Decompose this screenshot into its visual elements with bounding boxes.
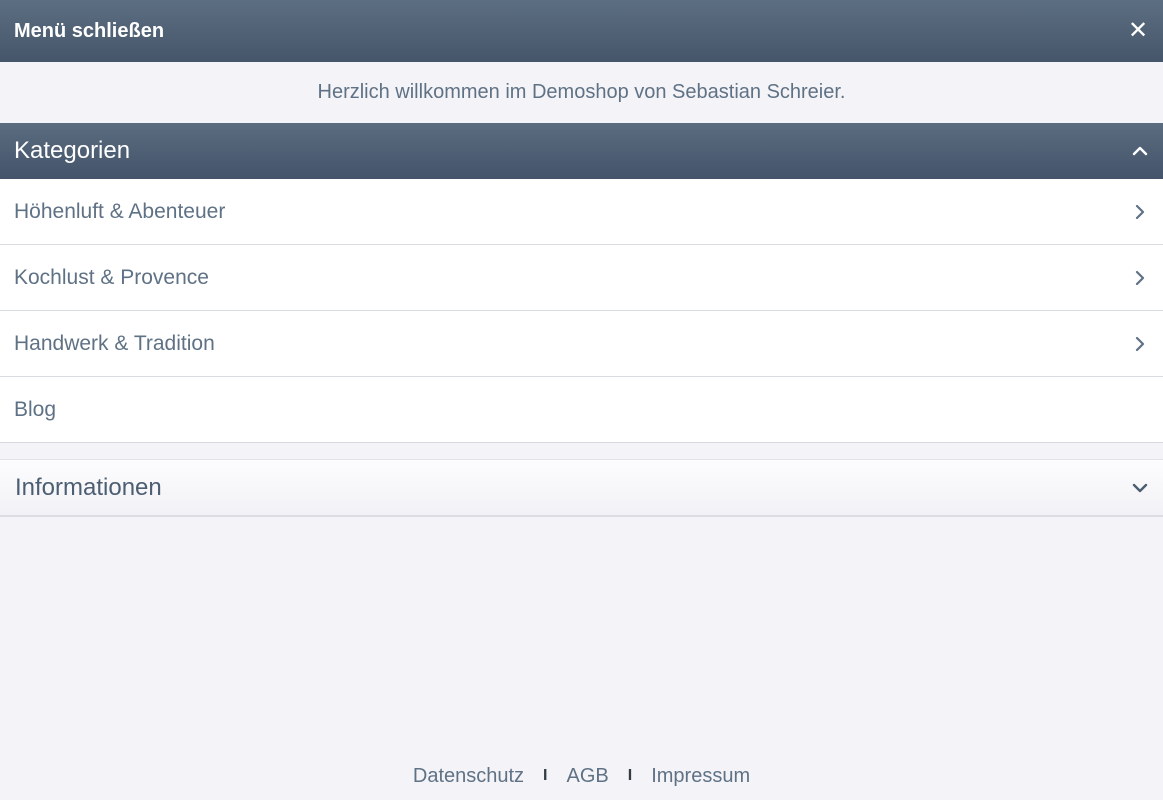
chevron-right-icon xyxy=(1131,335,1149,353)
footer-link-agb[interactable]: AGB xyxy=(567,765,609,788)
offcanvas-menu: Menü schließen ✕ Herzlich willkommen im … xyxy=(0,0,1163,800)
category-label: Höhenluft & Abenteuer xyxy=(14,199,226,223)
close-menu-label: Menü schließen xyxy=(14,19,165,42)
category-item-hoehenluft[interactable]: Höhenluft & Abenteuer xyxy=(0,179,1163,245)
footer-link-impressum[interactable]: Impressum xyxy=(651,765,750,788)
categories-header[interactable]: Kategorien xyxy=(0,123,1163,179)
footer-links: Datenschutz I AGB I Impressum xyxy=(0,756,1163,796)
close-icon[interactable]: ✕ xyxy=(1127,19,1149,43)
footer-separator: I xyxy=(627,767,633,784)
close-menu-bar[interactable]: Menü schließen ✕ xyxy=(0,0,1163,62)
category-item-kochlust[interactable]: Kochlust & Provence xyxy=(0,245,1163,311)
categories-title: Kategorien xyxy=(14,137,131,164)
category-item-handwerk[interactable]: Handwerk & Tradition xyxy=(0,311,1163,377)
category-list: Höhenluft & Abenteuer Kochlust & Provenc… xyxy=(0,179,1163,443)
informationen-title: Informationen xyxy=(15,473,162,501)
section-gap xyxy=(0,443,1163,459)
chevron-right-icon xyxy=(1131,203,1149,221)
informationen-header[interactable]: Informationen xyxy=(0,459,1163,517)
category-item-blog[interactable]: Blog xyxy=(0,377,1163,443)
footer-separator: I xyxy=(543,767,548,784)
category-label: Blog xyxy=(14,397,57,421)
chevron-down-icon xyxy=(1131,479,1149,497)
welcome-message: Herzlich willkommen im Demoshop von Seba… xyxy=(0,62,1163,123)
category-label: Kochlust & Provence xyxy=(14,265,209,289)
footer-link-datenschutz[interactable]: Datenschutz xyxy=(413,765,524,788)
chevron-up-icon xyxy=(1131,142,1149,160)
chevron-right-icon xyxy=(1131,269,1149,287)
category-label: Handwerk & Tradition xyxy=(14,331,215,355)
